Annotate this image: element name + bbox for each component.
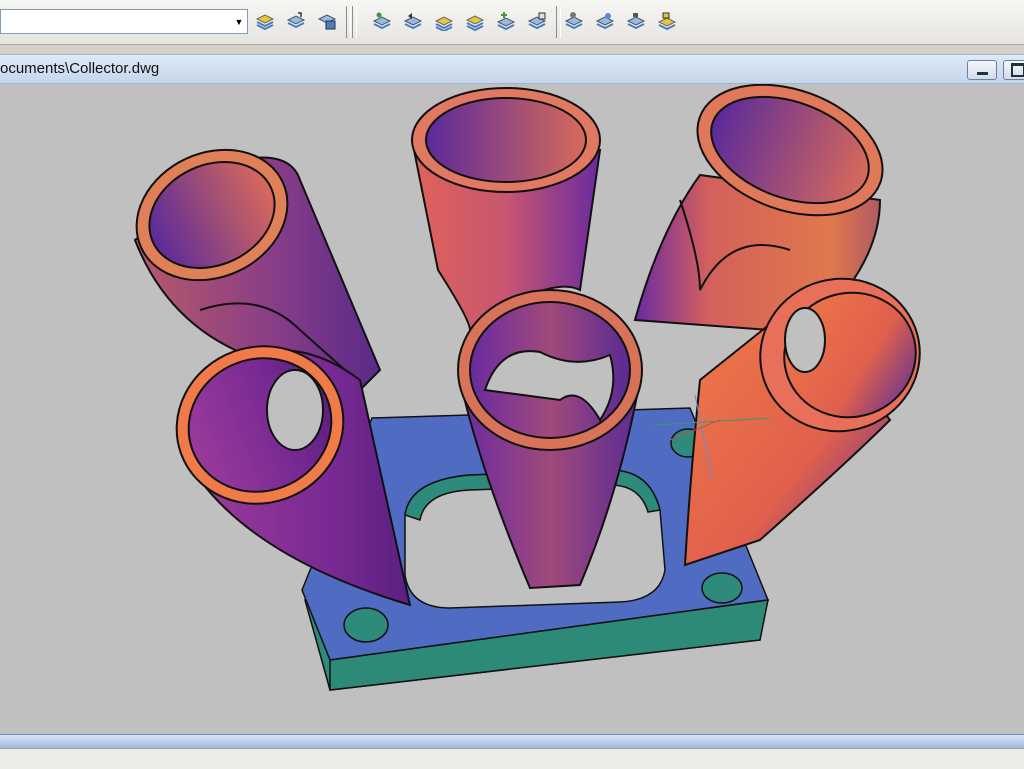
layer-unisolate-icon[interactable] <box>433 10 455 32</box>
layer-unlock-icon[interactable] <box>656 10 678 32</box>
toolbar-separator <box>556 6 561 38</box>
layer-freeze-icon[interactable] <box>594 10 616 32</box>
layer-previous-icon[interactable] <box>285 10 307 32</box>
layer-off-icon[interactable] <box>563 10 585 32</box>
layers-toolbar: ▼ <box>0 0 1024 45</box>
chevron-down-icon[interactable]: ▼ <box>231 10 247 33</box>
layer-walk-icon[interactable] <box>464 10 486 32</box>
layer-delete-icon[interactable] <box>526 10 548 32</box>
model-viewport[interactable] <box>0 84 1024 734</box>
restore-button[interactable] <box>1003 60 1024 80</box>
restore-icon <box>1011 63 1024 77</box>
layer-states-icon[interactable] <box>254 10 276 32</box>
layer-isolate-icon[interactable] <box>402 10 424 32</box>
layer-properties-icon[interactable] <box>316 10 338 32</box>
document-titlebar: ocuments\Collector.dwg <box>0 54 1024 84</box>
toolbar-grip[interactable] <box>352 6 357 38</box>
collector-model <box>133 84 921 691</box>
toolbar-grip[interactable] <box>346 6 351 38</box>
layer-combo[interactable]: ▼ <box>0 9 248 34</box>
status-bar <box>0 748 1024 769</box>
document-title: ocuments\Collector.dwg <box>0 60 160 77</box>
minimize-button[interactable] <box>967 60 997 80</box>
layer-match-icon[interactable] <box>371 10 393 32</box>
layer-merge-icon[interactable] <box>495 10 517 32</box>
horizontal-scrollbar[interactable] <box>0 734 1024 749</box>
minimize-icon <box>976 71 988 75</box>
layer-lock-icon[interactable] <box>625 10 647 32</box>
